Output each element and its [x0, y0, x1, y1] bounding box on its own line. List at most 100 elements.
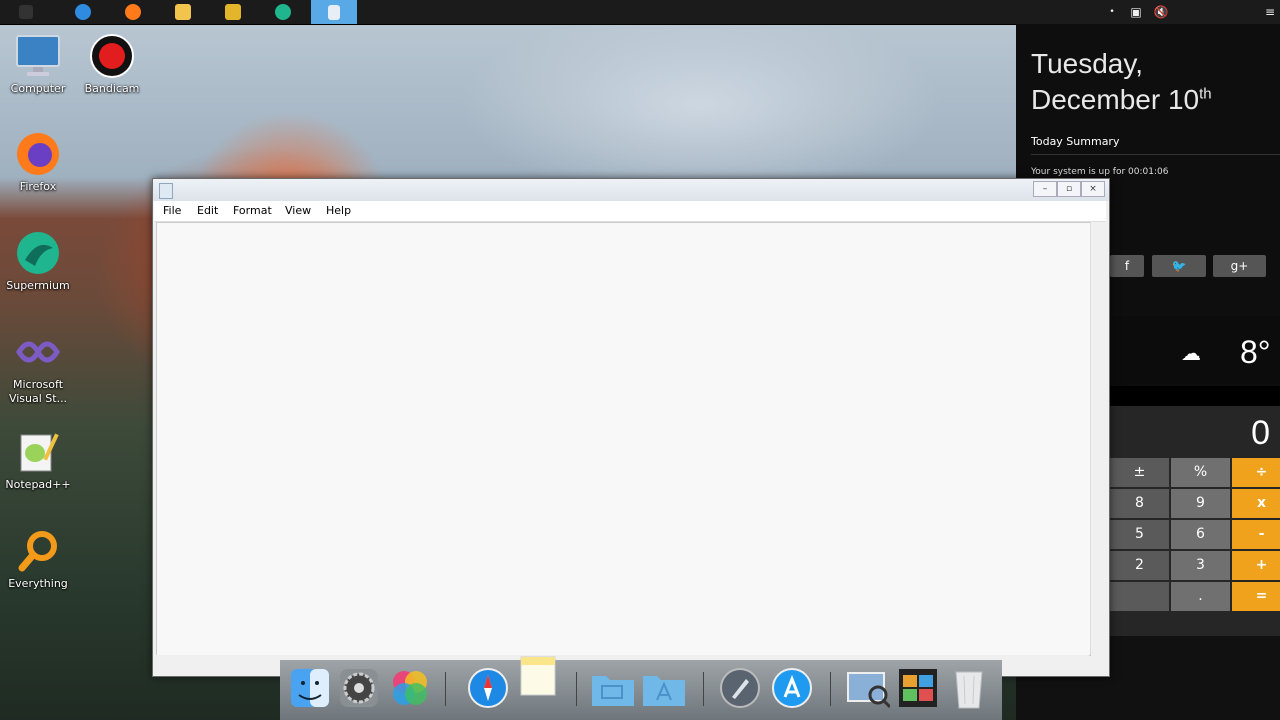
taskbar-file-explorer[interactable] — [161, 0, 205, 24]
taskbar-supermium[interactable] — [261, 0, 305, 24]
dock-applications-folder[interactable] — [641, 666, 685, 710]
taskbar-media-player[interactable] — [211, 0, 255, 24]
facebook-button[interactable]: f — [1110, 255, 1144, 277]
desktop-icon-visual-studio[interactable]: Microsoft Visual St... — [0, 328, 76, 406]
plus-minus-key[interactable]: ± — [1110, 458, 1169, 487]
key-5[interactable]: 5 — [1110, 520, 1169, 549]
cloud-icon: ☁ — [1181, 341, 1201, 365]
app-store-icon — [772, 668, 812, 708]
desktop-icon-label: Everything — [8, 577, 68, 590]
key-0[interactable] — [1110, 582, 1169, 611]
menu-file[interactable]: File — [163, 204, 181, 217]
file-explorer-icon — [175, 4, 191, 20]
menu-format[interactable]: Format — [233, 204, 272, 217]
taskbar-firefox[interactable] — [111, 0, 155, 24]
system-preferences-icon — [340, 669, 378, 707]
desktop-icon-label: Firefox — [19, 180, 57, 193]
multiply-key[interactable]: x — [1232, 489, 1280, 518]
safari-icon — [468, 668, 508, 708]
percent-key[interactable]: % — [1171, 458, 1230, 487]
everything-search-icon — [14, 527, 62, 575]
weekday-label: Tuesday, — [1031, 48, 1144, 79]
divide-key[interactable]: ÷ — [1232, 458, 1280, 487]
firefox-icon — [14, 130, 62, 178]
dock-separator — [576, 672, 577, 706]
color-sync-icon — [393, 671, 427, 705]
computer-icon — [14, 32, 62, 80]
menu-edit[interactable]: Edit — [197, 204, 218, 217]
volume-muted-icon[interactable]: 🔇 — [1153, 4, 1169, 20]
summary-title: Today Summary — [1031, 135, 1120, 148]
desktop-icon-label: Computer — [10, 82, 66, 95]
notepad-title-bar[interactable]: – ▫ × — [153, 179, 1109, 201]
bandicam-icon — [88, 32, 136, 80]
dock-launchpad[interactable] — [718, 666, 762, 710]
dock-trash[interactable] — [947, 666, 991, 710]
date-label: December 10th — [1031, 84, 1212, 116]
key-8[interactable]: 8 — [1110, 489, 1169, 518]
vertical-scrollbar[interactable] — [1090, 222, 1106, 654]
visual-studio-icon — [14, 328, 62, 376]
trash-icon — [955, 671, 983, 709]
taskbar-internet-explorer[interactable] — [61, 0, 105, 24]
temperature-label: 8° — [1240, 334, 1271, 370]
preview-icon — [847, 672, 890, 709]
minimize-button[interactable]: – — [1033, 181, 1057, 197]
photo-booth-icon — [899, 669, 937, 707]
dock-folder[interactable] — [590, 666, 634, 710]
summary-divider — [1031, 154, 1280, 155]
desktop-icon-computer[interactable]: Computer — [0, 32, 76, 96]
taskbar: • ▣ 🔇 ≡ — [0, 0, 1280, 25]
menu-view[interactable]: View — [285, 204, 311, 217]
menu-help[interactable]: Help — [326, 204, 351, 217]
key-9[interactable]: 9 — [1171, 489, 1230, 518]
applications-folder-icon — [643, 676, 685, 706]
desktop-icon-notepad-plus-plus[interactable]: Notepad++ — [0, 428, 76, 492]
desktop-icon-everything[interactable]: Everything — [0, 527, 76, 591]
twitter-button[interactable]: 🐦 — [1152, 255, 1206, 277]
dock-finder[interactable] — [288, 666, 332, 710]
text-editor-area[interactable] — [156, 222, 1091, 656]
supermium-icon — [14, 229, 62, 277]
dock-notes[interactable] — [516, 654, 560, 698]
taskbar-notepad[interactable] — [311, 0, 357, 24]
desktop-icon-bandicam[interactable]: Bandicam — [74, 32, 150, 96]
dock-photo-booth[interactable] — [896, 666, 940, 710]
key-2[interactable]: 2 — [1110, 551, 1169, 580]
subtract-key[interactable]: - — [1232, 520, 1280, 549]
tray-display-icon[interactable]: ▣ — [1128, 4, 1144, 20]
google-plus-button[interactable]: g+ — [1213, 255, 1266, 277]
decimal-key[interactable]: . — [1171, 582, 1230, 611]
add-key[interactable]: + — [1232, 551, 1280, 580]
desktop-icon-label: Supermium — [6, 279, 70, 292]
launchpad-icon — [720, 668, 760, 708]
dock-preview[interactable] — [846, 666, 890, 710]
maximize-button[interactable]: ▫ — [1057, 181, 1081, 197]
date-text: December 10 — [1031, 84, 1200, 115]
uptime-text: Your system is up for 00:01:06 — [1031, 167, 1169, 177]
dock-app-store[interactable] — [770, 666, 814, 710]
finder-icon — [291, 669, 329, 707]
media-player-icon — [225, 4, 241, 20]
folder-icon — [592, 676, 634, 706]
close-button[interactable]: × — [1081, 181, 1105, 197]
notepad-icon — [159, 183, 173, 199]
dock-color-sync[interactable] — [388, 666, 432, 710]
start-icon — [19, 5, 33, 19]
notepad-plus-plus-icon — [14, 428, 62, 476]
desktop-icon-firefox[interactable]: Firefox — [0, 130, 76, 194]
key-6[interactable]: 6 — [1171, 520, 1230, 549]
menu-icon[interactable]: ≡ — [1262, 4, 1278, 20]
calculator-display: 0 — [1251, 414, 1270, 452]
equals-key[interactable]: = — [1232, 582, 1280, 611]
desktop-icon-label: Notepad++ — [5, 478, 71, 491]
dock-separator — [703, 672, 704, 706]
dock-system-preferences[interactable] — [337, 666, 381, 710]
desktop-icon-label: Bandicam — [84, 82, 140, 95]
menu-bar: File Edit Format View Help — [154, 201, 1106, 222]
tray-indicator[interactable]: • — [1104, 4, 1120, 20]
key-3[interactable]: 3 — [1171, 551, 1230, 580]
dock-safari[interactable] — [466, 666, 510, 710]
start-button[interactable] — [4, 0, 48, 24]
desktop-icon-supermium[interactable]: Supermium — [0, 229, 76, 293]
